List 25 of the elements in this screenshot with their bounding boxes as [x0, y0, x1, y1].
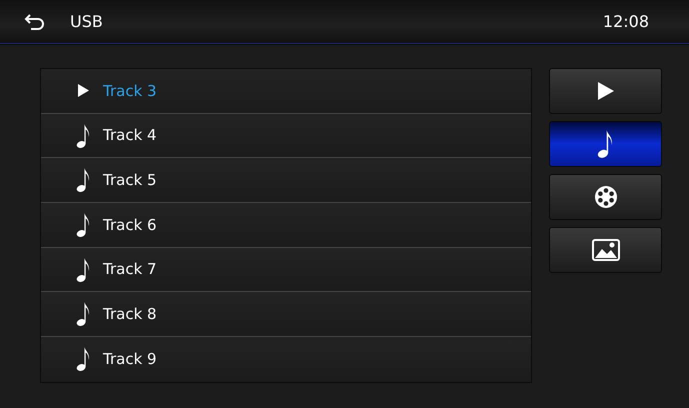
- music-note-icon: [76, 301, 90, 328]
- clock-time: 12:08: [602, 10, 649, 32]
- music-note-icon: [76, 346, 90, 372]
- track-row[interactable]: Track 5: [41, 158, 531, 204]
- track-row[interactable]: Track 8: [41, 292, 531, 338]
- track-row[interactable]: Track 4: [41, 114, 531, 158]
- back-icon[interactable]: [24, 12, 46, 30]
- music-note-icon: [76, 122, 90, 149]
- track-row[interactable]: Track 6: [41, 203, 531, 248]
- music-note-icon: [76, 167, 90, 194]
- picture-icon: [592, 239, 620, 261]
- play-icon: [77, 84, 89, 98]
- track-row[interactable]: Track 7: [41, 248, 531, 292]
- picture-button[interactable]: [549, 227, 662, 273]
- music-note-icon: [76, 256, 90, 283]
- music-note-icon: [597, 129, 614, 159]
- film-reel-icon: [594, 186, 616, 208]
- video-button[interactable]: [549, 174, 662, 220]
- track-row[interactable]: Track 9: [41, 337, 531, 382]
- play-button[interactable]: [549, 68, 662, 114]
- screen-title: USB: [70, 10, 103, 32]
- play-icon: [598, 82, 614, 100]
- music-note-icon: [76, 212, 90, 238]
- track-row[interactable]: Track 3: [41, 69, 531, 114]
- music-button[interactable]: [549, 121, 662, 167]
